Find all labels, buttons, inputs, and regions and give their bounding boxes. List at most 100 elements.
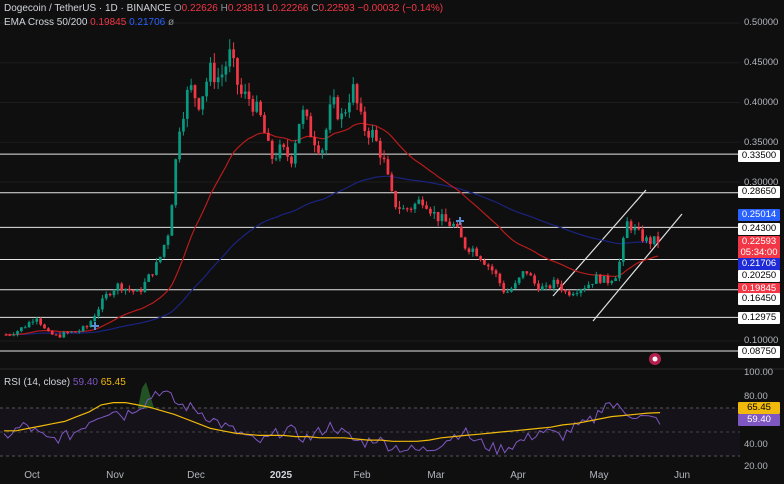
candle-body — [286, 147, 289, 157]
candle-body — [290, 156, 293, 164]
rsi-label: RSI (14, close) — [4, 377, 71, 388]
candle-body — [85, 326, 89, 328]
candle-body — [151, 274, 154, 276]
candle-body — [236, 58, 239, 85]
candle-body — [197, 98, 201, 110]
candle-body — [583, 288, 587, 290]
symbol-legend[interactable]: Dogecoin / TetherUS · 1D · BINANCE O0.22… — [4, 3, 443, 14]
candle-body — [266, 132, 270, 141]
candle-body — [305, 109, 309, 117]
price-tick: 0.40000 — [744, 97, 779, 108]
candle-body — [560, 283, 563, 291]
candle-body — [610, 281, 614, 284]
candle-body — [348, 102, 351, 113]
candle-body — [209, 62, 212, 82]
candle-body — [579, 289, 583, 294]
candle-body — [602, 275, 606, 283]
candle-body — [367, 130, 371, 138]
candle-body — [494, 270, 498, 274]
candle-body — [544, 285, 548, 287]
candle-body — [417, 199, 421, 204]
candle-body — [66, 332, 70, 334]
candle-body — [375, 129, 378, 141]
candle-body — [467, 248, 471, 252]
candle-body — [27, 322, 31, 328]
candle-body — [463, 237, 467, 249]
price-badge: 0.12975 — [738, 312, 780, 324]
candle-body — [239, 84, 243, 94]
candle-body — [359, 103, 363, 112]
candle-body — [278, 144, 282, 159]
candle-body — [189, 85, 193, 90]
candle-body — [4, 334, 8, 336]
candle-body — [641, 229, 644, 242]
price-tick: 0.50000 — [744, 17, 779, 28]
candle-body — [510, 288, 513, 292]
candle-body — [506, 291, 509, 293]
candle-body — [166, 235, 170, 245]
candle-body — [93, 315, 97, 322]
candle-body — [313, 137, 316, 146]
price-badge: 0.28650 — [738, 186, 780, 198]
chart-canvas[interactable] — [0, 0, 784, 484]
candle-body — [629, 221, 633, 231]
candle-body — [525, 271, 529, 274]
candle-body — [645, 237, 648, 242]
rsi-ma-value: 65.45 — [100, 377, 126, 388]
candle-body — [591, 283, 594, 285]
time-tick: Apr — [510, 470, 526, 481]
candle-body — [216, 77, 220, 83]
rsi-tick: 80.00 — [744, 391, 768, 402]
candle-body — [456, 223, 459, 227]
candle-body — [459, 226, 463, 238]
candle-body — [255, 101, 259, 112]
ema-legend[interactable]: EMA Cross 50/200 0.19845 0.21706 ø — [4, 17, 174, 28]
candle-body — [297, 123, 301, 144]
candle-body — [382, 157, 386, 160]
candle-body — [70, 331, 73, 333]
candle-body — [533, 275, 536, 284]
candle-body — [205, 81, 208, 97]
low-value: 0.22266 — [272, 3, 309, 14]
candle-body — [224, 66, 228, 75]
candle-body — [598, 274, 602, 283]
rsi-tick: 100.00 — [744, 367, 774, 378]
rsi-tick: 40.00 — [744, 439, 768, 450]
candle-body — [633, 227, 637, 231]
candle-body — [363, 111, 367, 131]
price-badge: 0.08750 — [738, 346, 780, 358]
candle-body — [444, 214, 448, 222]
candle-body — [614, 278, 617, 282]
candle-body — [54, 334, 58, 336]
candle-body — [50, 331, 54, 335]
candle-body — [378, 140, 382, 158]
ema200-value: 0.21706 — [129, 17, 166, 28]
candle-body — [336, 97, 340, 120]
candle-body — [220, 74, 224, 78]
time-tick: 2025 — [269, 470, 293, 481]
candle-body — [58, 334, 62, 338]
candle-body — [398, 207, 401, 209]
candle-body — [394, 190, 398, 208]
candle-body — [587, 284, 590, 289]
candle-body — [170, 205, 174, 236]
candle-body — [649, 237, 652, 245]
candle-body — [409, 208, 413, 210]
candle-body — [517, 277, 521, 284]
time-tick: Mar — [427, 470, 445, 481]
price-badge: 0.21706 — [738, 258, 780, 270]
candle-body — [402, 208, 405, 210]
candle-body — [475, 248, 479, 257]
rsi-legend[interactable]: RSI (14, close) 59.40 65.45 — [4, 377, 126, 388]
candle-body — [317, 145, 320, 153]
candle-body — [490, 266, 494, 271]
candle-body — [386, 159, 390, 175]
price-tick: 0.45000 — [744, 57, 779, 68]
candle-body — [548, 285, 552, 289]
candle-body — [621, 238, 625, 262]
candle-body — [429, 208, 432, 214]
candle-body — [251, 99, 255, 112]
candle-body — [413, 203, 417, 210]
candle-body — [575, 293, 579, 295]
candle-body — [564, 290, 567, 292]
